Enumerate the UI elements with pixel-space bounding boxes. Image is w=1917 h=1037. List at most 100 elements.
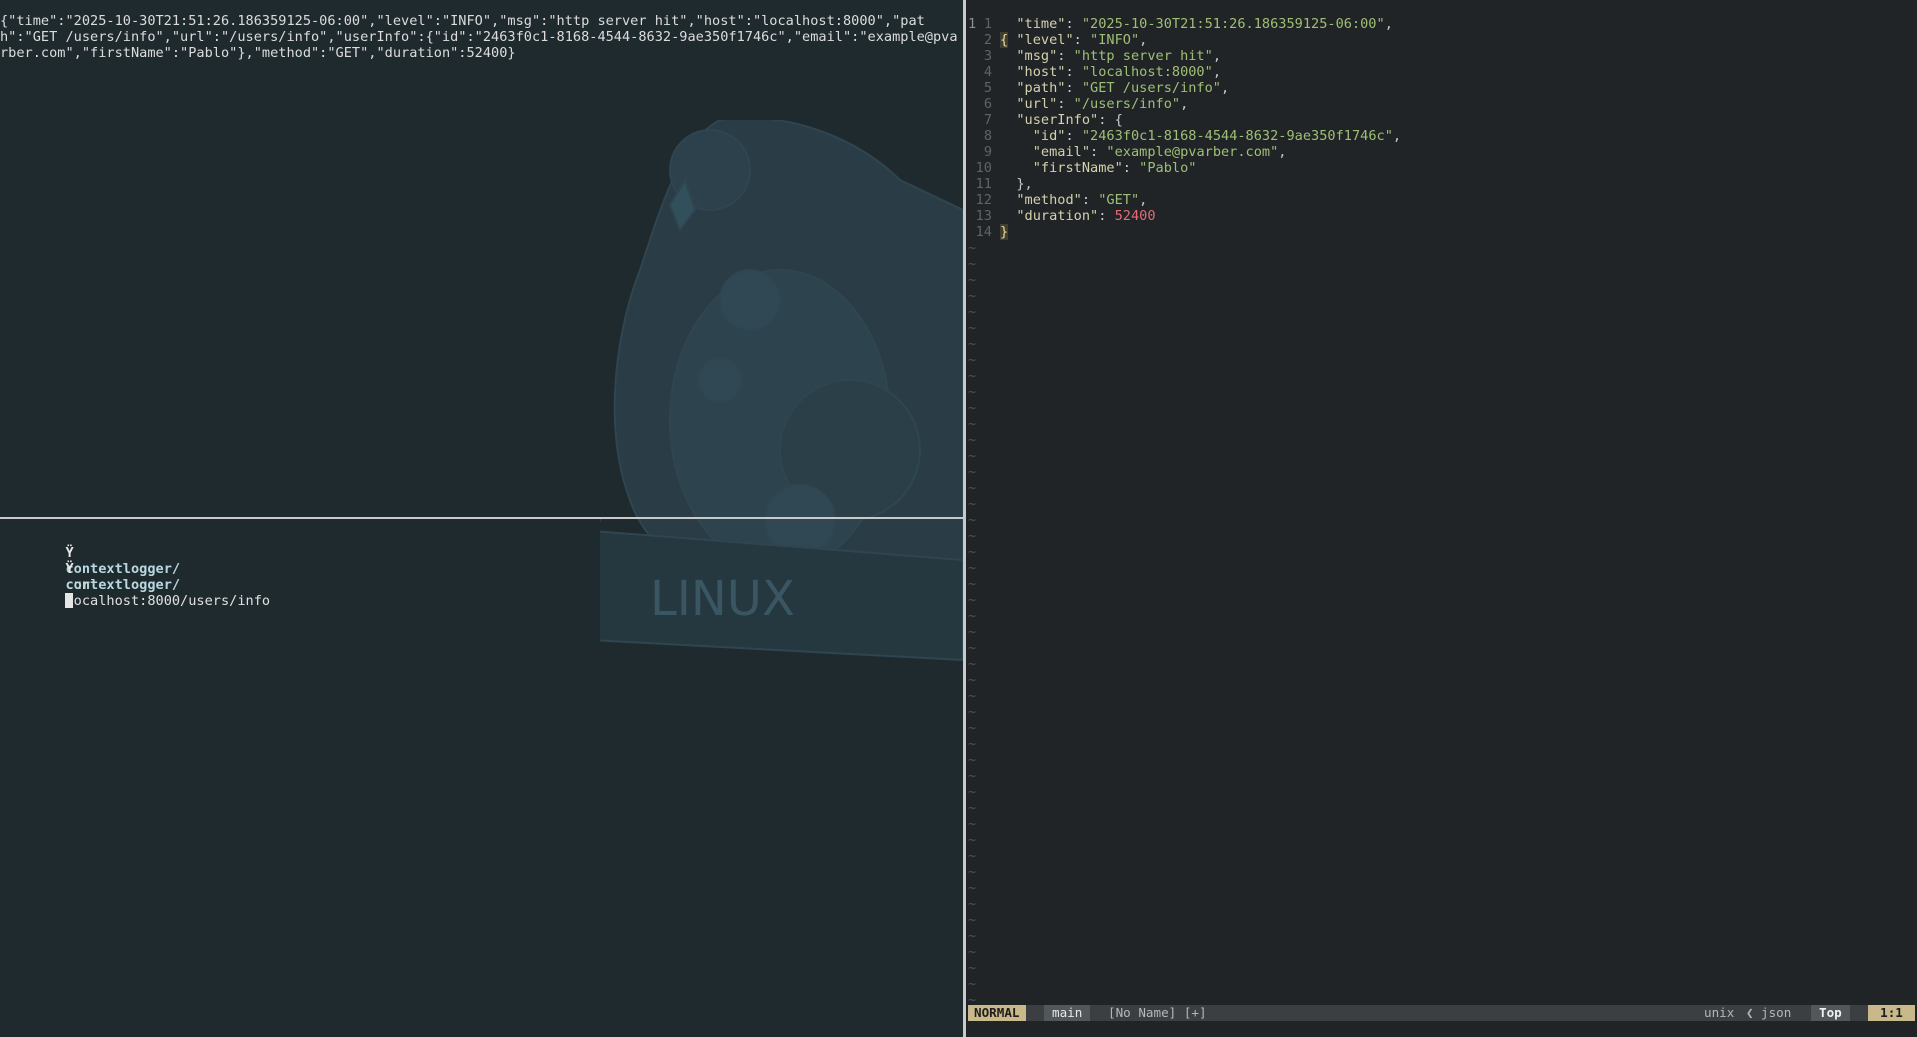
empty-line-marker: ~: [968, 672, 977, 688]
line-number: 4: [983, 64, 992, 80]
empty-line-marker: ~: [968, 656, 977, 672]
line-number: 14: [975, 224, 992, 240]
empty-line-marker: ~: [968, 704, 977, 720]
json-value: "GET": [1098, 192, 1140, 208]
empty-line-marker: ~: [968, 800, 977, 816]
json-value: "example@pvarber.com": [1106, 144, 1279, 160]
empty-line-marker: ~: [968, 864, 977, 880]
code-text: "url": "/users/info",: [1016, 96, 1189, 112]
code-text: "level": "INFO",: [1016, 32, 1148, 48]
prompt-directory: contextlogger/: [65, 561, 181, 577]
empty-line-marker: ~: [968, 880, 977, 896]
code-text: "host": "localhost:8000",: [1016, 64, 1221, 80]
chevron-left-icon: ❮: [1746, 1005, 1754, 1020]
empty-line-marker: ~: [968, 320, 977, 336]
file-format: unix: [1704, 1005, 1735, 1020]
json-comma: ,: [1139, 192, 1148, 208]
json-key: "path": [1016, 80, 1066, 96]
terminal-pane-top[interactable]: {"time":"2025-10-30T21:51:26.186359125-0…: [0, 0, 963, 517]
json-key: "method": [1016, 192, 1082, 208]
json-key: "time": [1016, 16, 1066, 32]
vim-editor[interactable]: 1 { 1 "time": "2025-10-30T21:51:26.18635…: [966, 0, 1917, 1037]
json-value: "INFO": [1090, 32, 1140, 48]
json-key: "firstName": [1032, 160, 1123, 176]
cursor-position: 1:1: [1868, 1005, 1915, 1021]
line-number: 5: [983, 80, 992, 96]
line-number: 8: [983, 128, 992, 144]
empty-line-marker: ~: [968, 304, 977, 320]
file-name: [No Name] [+]: [1108, 1005, 1207, 1020]
empty-line-marker: ~: [968, 240, 977, 256]
json-key: "msg": [1016, 48, 1058, 64]
empty-line-marker: ~: [968, 528, 977, 544]
json-comma: ,: [1384, 16, 1393, 32]
command-input-line[interactable]: Ÿ contextlogger/: [0, 545, 180, 608]
empty-line-marker: ~: [968, 624, 977, 640]
empty-line-marker: ~: [968, 688, 977, 704]
empty-line-marker: ~: [968, 816, 977, 832]
json-value: "2025-10-30T21:51:26.186359125-06:00": [1081, 16, 1385, 32]
json-value: "GET /users/info": [1081, 80, 1221, 96]
code-text: "userInfo": {: [1016, 112, 1123, 128]
line-number: 10: [975, 160, 992, 176]
json-key: "userInfo": [1016, 112, 1099, 128]
code-text: }: [1000, 224, 1009, 240]
empty-line-marker: ~: [968, 752, 977, 768]
json-comma: ,: [1212, 48, 1221, 64]
json-value: 52400: [1114, 208, 1156, 224]
json-key: "email": [1032, 144, 1091, 160]
code-text: "email": "example@pvarber.com",: [1032, 144, 1287, 160]
empty-line-marker: ~: [968, 256, 977, 272]
empty-line-marker: ~: [968, 480, 977, 496]
command-history-line: Ÿ contextlogger/ curl localhost:8000/use…: [0, 529, 270, 609]
empty-line-marker: ~: [968, 432, 977, 448]
empty-line-marker: ~: [968, 960, 977, 976]
json-key: "id": [1032, 128, 1066, 144]
terminal-cursor: [65, 593, 74, 608]
code-line[interactable]: 1 {: [966, 0, 1031, 48]
empty-line-marker: ~: [968, 368, 977, 384]
line-number: 9: [983, 144, 992, 160]
line-number: 3: [983, 48, 992, 64]
json-value: "2463f0c1-8168-4544-8632-9ae350f1746c": [1081, 128, 1393, 144]
empty-line-marker: ~: [968, 608, 977, 624]
empty-line-marker: ~: [968, 336, 977, 352]
empty-line-marker: ~: [968, 928, 977, 944]
code-text: "duration": 52400: [1016, 208, 1156, 224]
empty-line-marker: ~: [968, 768, 977, 784]
empty-line-marker: ~: [968, 448, 977, 464]
empty-line-marker: ~: [968, 272, 977, 288]
terminal-window[interactable]: LINUX {"time":"2025-10-30T21:51:26.18635…: [0, 0, 963, 1037]
json-value: "http server hit": [1073, 48, 1213, 64]
empty-line-marker: ~: [968, 400, 977, 416]
prompt-directory: contextlogger/: [65, 577, 181, 593]
json-comma: ,: [1392, 128, 1402, 144]
code-text: "msg": "http server hit",: [1016, 48, 1221, 64]
empty-line-marker: ~: [968, 944, 977, 960]
json-key: "url": [1016, 96, 1058, 112]
json-value: "/users/info": [1073, 96, 1181, 112]
empty-line-marker: ~: [968, 976, 977, 992]
desktop: LINUX {"time":"2025-10-30T21:51:26.18635…: [0, 0, 1917, 1037]
line-number: 11: [975, 176, 992, 192]
prompt-icon: Ÿ: [65, 561, 74, 577]
json-comma: ,: [1180, 96, 1189, 112]
line-number: 6: [983, 96, 992, 112]
command-args: localhost:8000/users/info: [65, 593, 271, 609]
json-log-output: {"time":"2025-10-30T21:51:26.186359125-0…: [0, 13, 958, 61]
empty-line-marker: ~: [968, 560, 977, 576]
empty-line-marker: ~: [968, 496, 977, 512]
empty-line-marker: ~: [968, 464, 977, 480]
editor-buffer[interactable]: 1 { 1 "time": "2025-10-30T21:51:26.18635…: [966, 0, 1917, 1008]
terminal-pane-bottom[interactable]: Ÿ contextlogger/ curl localhost:8000/use…: [0, 519, 963, 1037]
code-text: "path": "GET /users/info",: [1016, 80, 1230, 96]
json-comma: ,: [1278, 144, 1287, 160]
close-brace: }: [1000, 224, 1009, 240]
line-number: 12: [975, 192, 992, 208]
empty-line-marker: ~: [968, 848, 977, 864]
json-comma: ,: [1221, 80, 1230, 96]
empty-line-marker: ~: [968, 912, 977, 928]
empty-line-marker: ~: [968, 544, 977, 560]
code-text: "firstName": "Pablo": [1032, 160, 1197, 176]
code-text: },: [1000, 176, 1032, 192]
